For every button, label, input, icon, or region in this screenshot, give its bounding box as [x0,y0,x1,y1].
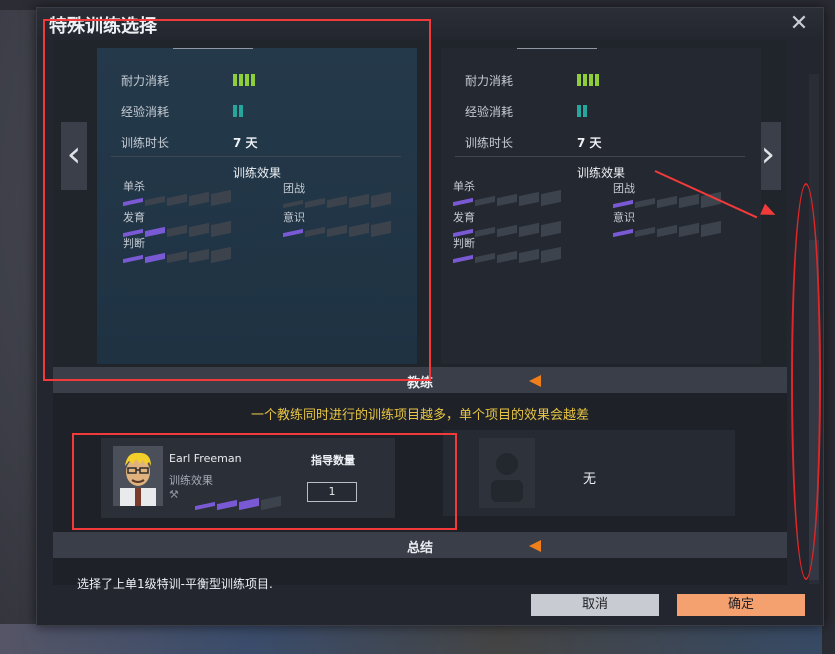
stamina-bar [595,74,599,86]
stamina-bar [583,74,587,86]
stat-bar-segment [701,220,721,238]
stamina-label: 耐力消耗 [465,74,514,88]
close-icon[interactable]: ✕ [787,12,811,36]
stat-bar-segment [519,191,539,207]
stat-bar-segment [679,193,699,209]
training-card[interactable]: 耐力消耗 经验消耗 训练时长 7 天 训练效果 单杀 团战 发育 意识 判断 [441,48,761,364]
stat-bar-segment [613,199,633,209]
stat-bar-segment [541,220,561,238]
triangle-left-icon [529,540,541,552]
exp-bars [577,105,587,117]
stat-bar-segment [657,195,677,209]
stat-bar-segment [541,189,561,207]
stat-bars-awareness [613,220,721,238]
stamina-bar [577,74,581,86]
stat-bar-segment [657,224,677,238]
confirm-button[interactable]: 确定 [677,594,805,616]
triangle-left-icon [529,375,541,387]
annotation-rect-coach [72,433,457,530]
coach-notice: 一个教练同时进行的训练项目越多，单个项目的效果会越差 [250,408,589,423]
duration-value: 7 天 [577,136,602,150]
stat-bar-segment [497,224,517,238]
stat-bars-teamfight [613,191,721,209]
stat-bar-segment [519,222,539,238]
stat-bar-segment [453,197,473,207]
stat-bar-segment [541,246,561,264]
stat-bars-solo-kill [453,189,561,207]
summary-section-label: 总结 [406,541,433,556]
exp-label: 经验消耗 [465,105,514,119]
stat-bars-development [453,220,561,238]
empty-avatar-icon [479,438,535,508]
exp-row: 经验消耗 [465,103,587,120]
duration-label: 训练时长 [465,136,514,150]
stat-bar-segment [635,226,655,238]
annotation-oval-scrollbar [791,183,821,580]
stat-bar-segment [635,197,655,209]
stat-bar-segment [497,193,517,207]
stat-bar-segment [679,222,699,238]
card-top-line [517,48,597,49]
exp-bar [583,105,587,117]
summary-text: 选择了上单1级特训-平衡型训练项目. [77,577,273,591]
cancel-button[interactable]: 取消 [531,594,659,616]
stat-bars-judgment [453,246,561,264]
stat-bar-segment [453,254,473,264]
stamina-row: 耐力消耗 [465,72,599,89]
card-divider [455,156,745,157]
empty-coach-label: 无 [583,472,597,487]
summary-section-header: 总结 [53,532,787,558]
annotation-rect-card [43,19,431,381]
stat-bar-segment [519,248,539,264]
background-strip-bottom [0,624,835,654]
stat-bar-segment [475,195,495,207]
stat-bar-segment [475,226,495,238]
duration-row: 训练时长 7 天 [465,134,602,151]
stamina-bar [589,74,593,86]
stat-bar-segment [475,252,495,264]
stat-bar-segment [497,250,517,264]
stamina-bars [577,74,599,86]
exp-bar [577,105,581,117]
effects-title: 训练效果 [576,166,625,180]
stat-bar-segment [613,228,633,238]
